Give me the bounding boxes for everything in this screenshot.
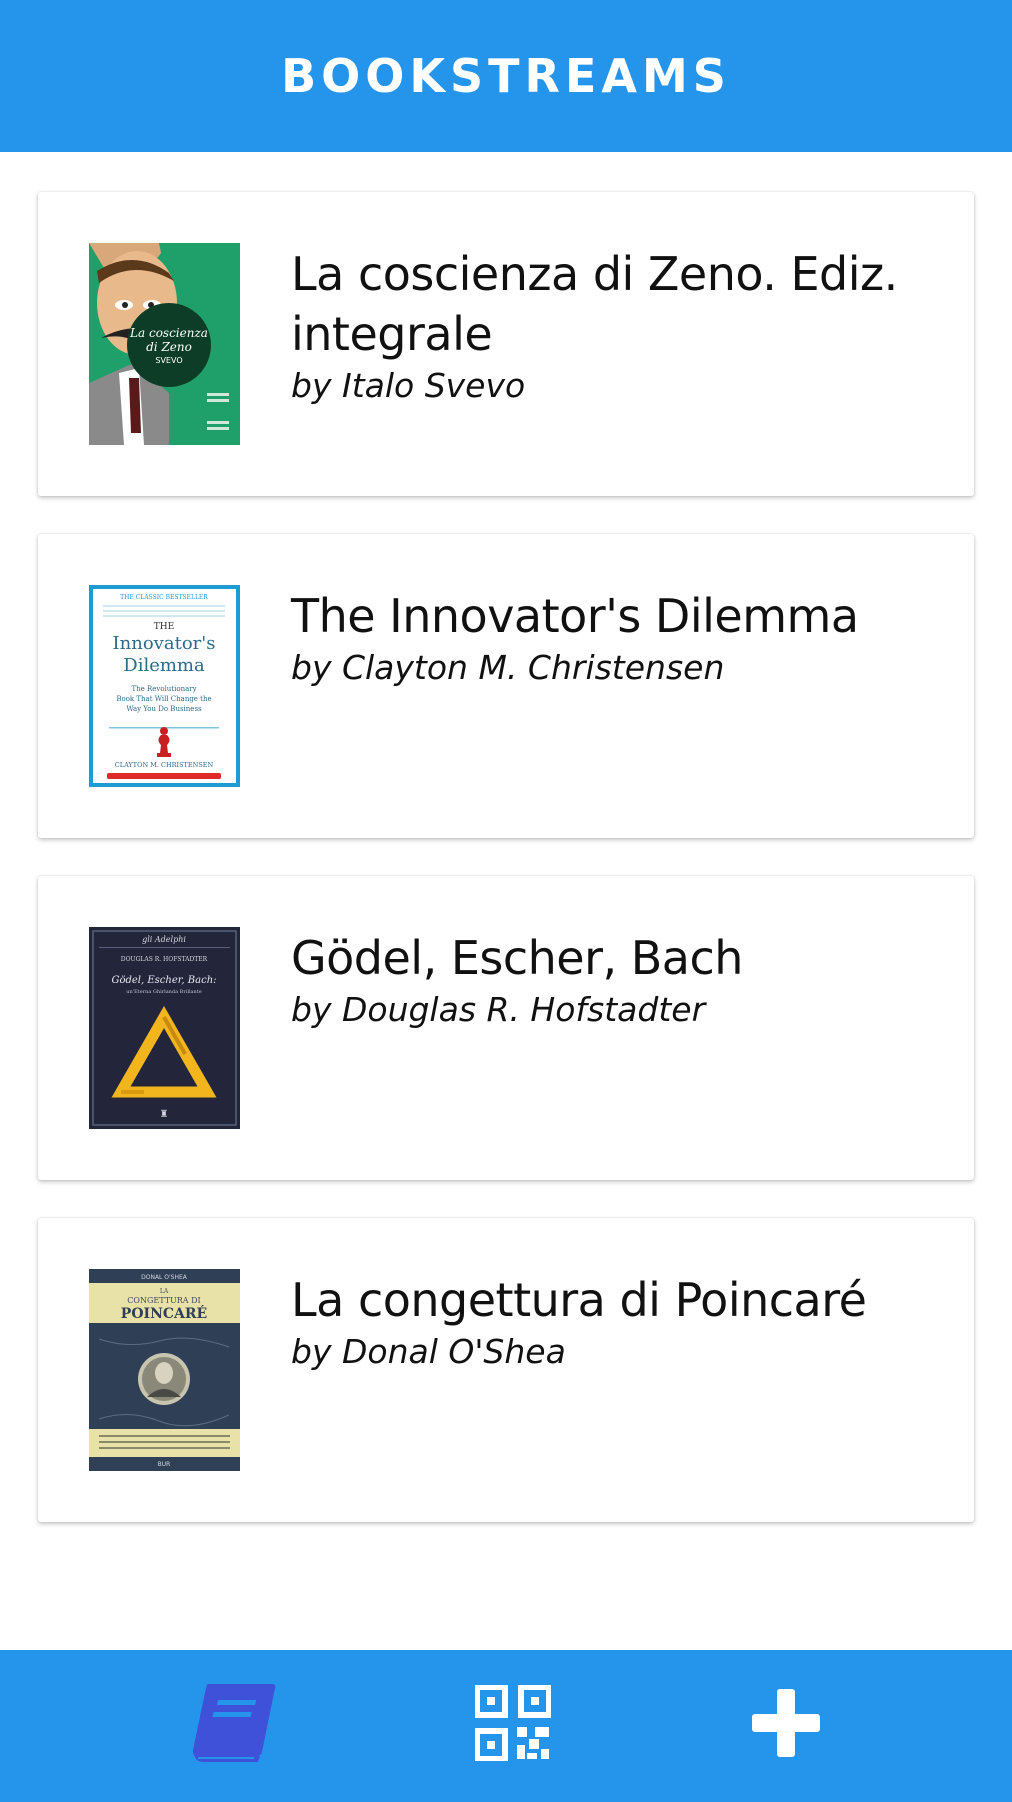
- cover-subtitle-2: Book That Will Change the: [116, 695, 211, 703]
- book-title: La coscienza di Zeno. Ediz.: [291, 247, 898, 301]
- book-icon: [188, 1682, 278, 1768]
- cover-author: SVEVO: [155, 356, 182, 365]
- book-cover: DONAL O'SHEA LA CONGETTURA DI POINCARÉ B…: [89, 1269, 240, 1471]
- cover-title: CONGETTURA DI: [127, 1296, 200, 1305]
- book-title: Gödel, Escher, Bach: [291, 931, 743, 985]
- book-title-continued: integrale: [291, 307, 493, 361]
- book-title: The Innovator's Dilemma: [291, 589, 859, 643]
- book-author: by Italo Svevo: [291, 366, 526, 405]
- cover-author: DOUGLAS R. HOFSTADTER: [121, 956, 208, 963]
- book-cover: THE CLASSIC BESTSELLER THE Innovator's D…: [89, 585, 240, 787]
- cover-title-2: Dilemma: [123, 655, 205, 676]
- book-card[interactable]: THE CLASSIC BESTSELLER THE Innovator's D…: [38, 534, 974, 838]
- app-title: BOOKSTREAMS: [281, 49, 731, 103]
- cover-subtitle-3: Way You Do Business: [126, 705, 202, 713]
- cover-title: La coscienza: [129, 326, 208, 340]
- book-author: by Donal O'Shea: [291, 1332, 566, 1371]
- book-cover: gli Adelphi DOUGLAS R. HOFSTADTER Gödel,…: [89, 927, 240, 1129]
- plus-icon: [748, 1685, 824, 1765]
- app-header: BOOKSTREAMS: [0, 0, 1012, 152]
- book-card[interactable]: La coscienza di Zeno SVEVO La coscienza …: [38, 192, 974, 496]
- book-author: by Clayton M. Christensen: [291, 648, 725, 687]
- book-cover: La coscienza di Zeno SVEVO: [89, 243, 240, 445]
- cover-tagline: THE CLASSIC BESTSELLER: [120, 594, 208, 601]
- svg-text:♜: ♜: [160, 1109, 169, 1120]
- cover-subtitle: un'Eterna Ghirlanda Brillante: [126, 989, 201, 995]
- cover-title-2: POINCARÉ: [121, 1304, 207, 1322]
- cover-publisher: gli Adelphi: [142, 935, 186, 944]
- bottom-navigation: [0, 1650, 1012, 1802]
- qr-code-icon: [474, 1684, 552, 1765]
- book-title: La congettura di Poincaré: [291, 1273, 867, 1327]
- cover-author: DONAL O'SHEA: [141, 1274, 188, 1281]
- book-author: by Douglas R. Hofstadter: [291, 990, 706, 1029]
- book-card[interactable]: DONAL O'SHEA LA CONGETTURA DI POINCARÉ B…: [38, 1218, 974, 1522]
- cover-title-2: di Zeno: [146, 340, 192, 354]
- cover-subtitle: The Revolutionary: [131, 685, 196, 693]
- cover-title: Gödel, Escher, Bach:: [111, 975, 216, 986]
- cover-article: LA: [160, 1288, 169, 1295]
- cover-publisher: BUR: [158, 1461, 171, 1468]
- book-card[interactable]: gli Adelphi DOUGLAS R. HOFSTADTER Gödel,…: [38, 876, 974, 1180]
- nav-add-button[interactable]: [741, 1680, 831, 1770]
- cover-title: Innovator's: [113, 633, 216, 654]
- nav-books-button[interactable]: [188, 1680, 278, 1770]
- cover-author: CLAYTON M. CHRISTENSEN: [115, 761, 214, 769]
- cover-the: THE: [154, 622, 174, 632]
- nav-scan-button[interactable]: [468, 1680, 558, 1770]
